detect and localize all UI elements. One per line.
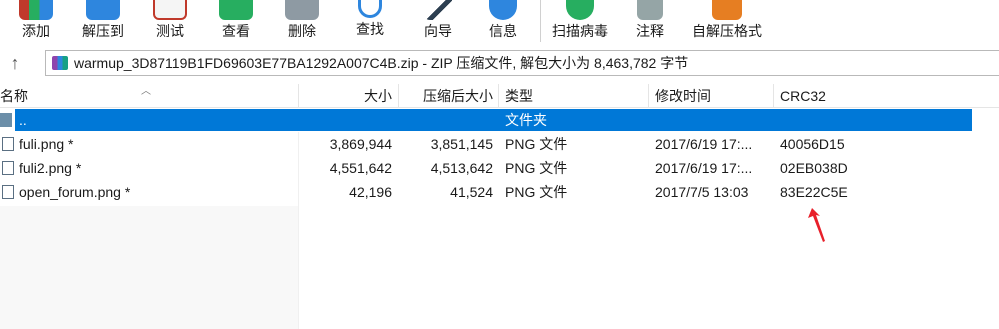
row-name: fuli.png *	[19, 136, 74, 152]
row-packed: 41,524	[450, 184, 493, 200]
column-header-packed[interactable]: 压缩后大小	[400, 84, 493, 108]
wizard-wand-icon	[424, 0, 452, 20]
zip-archive-icon	[52, 56, 68, 70]
table-row[interactable]: fuli2.png * 4,551,642 4,513,642 PNG 文件 2…	[0, 156, 999, 180]
row-size: 42,196	[349, 184, 392, 200]
test-button-label: 测试	[156, 23, 184, 39]
sfx-button[interactable]: 自解压格式	[688, 0, 766, 44]
row-name: ..	[19, 112, 27, 128]
row-crc: 83E22C5E	[780, 184, 848, 200]
row-modified: 2017/6/19 17:...	[655, 160, 753, 176]
table-row[interactable]: open_forum.png * 42,196 41,524 PNG 文件 20…	[0, 180, 999, 204]
add-button[interactable]: 添加	[14, 0, 58, 44]
table-row[interactable]: fuli.png * 3,869,944 3,851,145 PNG 文件 20…	[0, 132, 999, 156]
row-type: PNG 文件	[505, 136, 568, 152]
info-icon	[489, 0, 517, 20]
info-button-label: 信息	[489, 23, 517, 39]
wizard-button-label: 向导	[424, 23, 452, 39]
wizard-button[interactable]: 向导	[416, 0, 460, 44]
scan-virus-button-label: 扫描病毒	[552, 23, 608, 39]
row-type: 文件夹	[505, 112, 547, 128]
scan-virus-button[interactable]: 扫描病毒	[549, 0, 611, 44]
add-button-label: 添加	[22, 23, 50, 39]
toolbar: 添加 解压到 测试 查看 删除 查找 向导 信息 扫描病毒 注释 自解压格式	[0, 0, 999, 44]
column-divider[interactable]	[498, 84, 499, 108]
column-header-name[interactable]: 名称	[0, 84, 28, 108]
toolbar-separator	[540, 0, 541, 42]
test-icon	[153, 0, 187, 20]
up-arrow-icon[interactable]: ↑	[4, 52, 26, 74]
comment-button[interactable]: 注释	[630, 0, 670, 44]
column-header-size[interactable]: 大小	[300, 84, 392, 108]
row-name: fuli2.png *	[19, 160, 82, 176]
column-divider[interactable]	[773, 84, 774, 108]
find-magnifier-icon	[358, 0, 382, 18]
view-button[interactable]: 查看	[212, 0, 260, 44]
row-packed: 4,513,642	[430, 160, 493, 176]
row-size: 4,551,642	[329, 160, 392, 176]
test-button[interactable]: 测试	[150, 0, 190, 44]
extract-to-button[interactable]: 解压到	[76, 0, 130, 44]
row-crc: 02EB038D	[780, 160, 848, 176]
extract-to-button-label: 解压到	[82, 23, 124, 39]
sfx-box-icon	[712, 0, 742, 20]
address-field[interactable]: warmup_3D87119B1FD69603E77BA1292A007C4B.…	[45, 50, 999, 76]
png-file-icon	[2, 161, 14, 175]
column-guide-line	[298, 132, 299, 329]
table-row-parent-folder[interactable]: .. 文件夹	[0, 108, 999, 132]
row-modified: 2017/6/19 17:...	[655, 136, 753, 152]
column-divider[interactable]	[298, 84, 299, 108]
delete-button-label: 删除	[288, 23, 316, 39]
row-type: PNG 文件	[505, 184, 568, 200]
empty-list-area	[0, 206, 298, 329]
find-button[interactable]: 查找	[348, 0, 392, 44]
delete-button[interactable]: 删除	[282, 0, 322, 44]
view-book-icon	[219, 0, 253, 20]
row-name: open_forum.png *	[19, 184, 131, 200]
info-button[interactable]: 信息	[483, 0, 523, 44]
virus-scan-icon	[566, 0, 594, 20]
column-header-modified[interactable]: 修改时间	[655, 84, 711, 108]
row-packed: 3,851,145	[430, 136, 493, 152]
comment-icon	[637, 0, 663, 20]
row-crc: 40056D15	[780, 136, 845, 152]
file-list-header: 名称 ︿ 大小 压缩后大小 类型 修改时间 CRC32	[0, 84, 999, 108]
find-button-label: 查找	[356, 21, 384, 37]
column-header-type[interactable]: 类型	[505, 84, 533, 108]
row-modified: 2017/7/5 13:03	[655, 184, 749, 200]
column-header-crc[interactable]: CRC32	[780, 84, 826, 108]
sort-ascending-icon: ︿	[141, 86, 151, 97]
comment-button-label: 注释	[636, 23, 664, 39]
address-text: warmup_3D87119B1FD69603E77BA1292A007C4B.…	[74, 55, 689, 71]
row-size: 3,869,944	[329, 136, 392, 152]
annotation-arrow-icon	[808, 208, 825, 242]
address-bar: ↑ warmup_3D87119B1FD69603E77BA1292A007C4…	[0, 48, 999, 78]
selection-highlight	[15, 109, 972, 131]
folder-up-icon	[0, 113, 12, 127]
extract-to-icon	[86, 0, 120, 20]
row-type: PNG 文件	[505, 160, 568, 176]
column-divider[interactable]	[398, 84, 399, 108]
column-divider[interactable]	[648, 84, 649, 108]
png-file-icon	[2, 185, 14, 199]
delete-icon	[285, 0, 319, 20]
png-file-icon	[2, 137, 14, 151]
view-button-label: 查看	[222, 23, 250, 39]
add-archive-icon	[19, 0, 53, 20]
sfx-button-label: 自解压格式	[692, 23, 762, 39]
